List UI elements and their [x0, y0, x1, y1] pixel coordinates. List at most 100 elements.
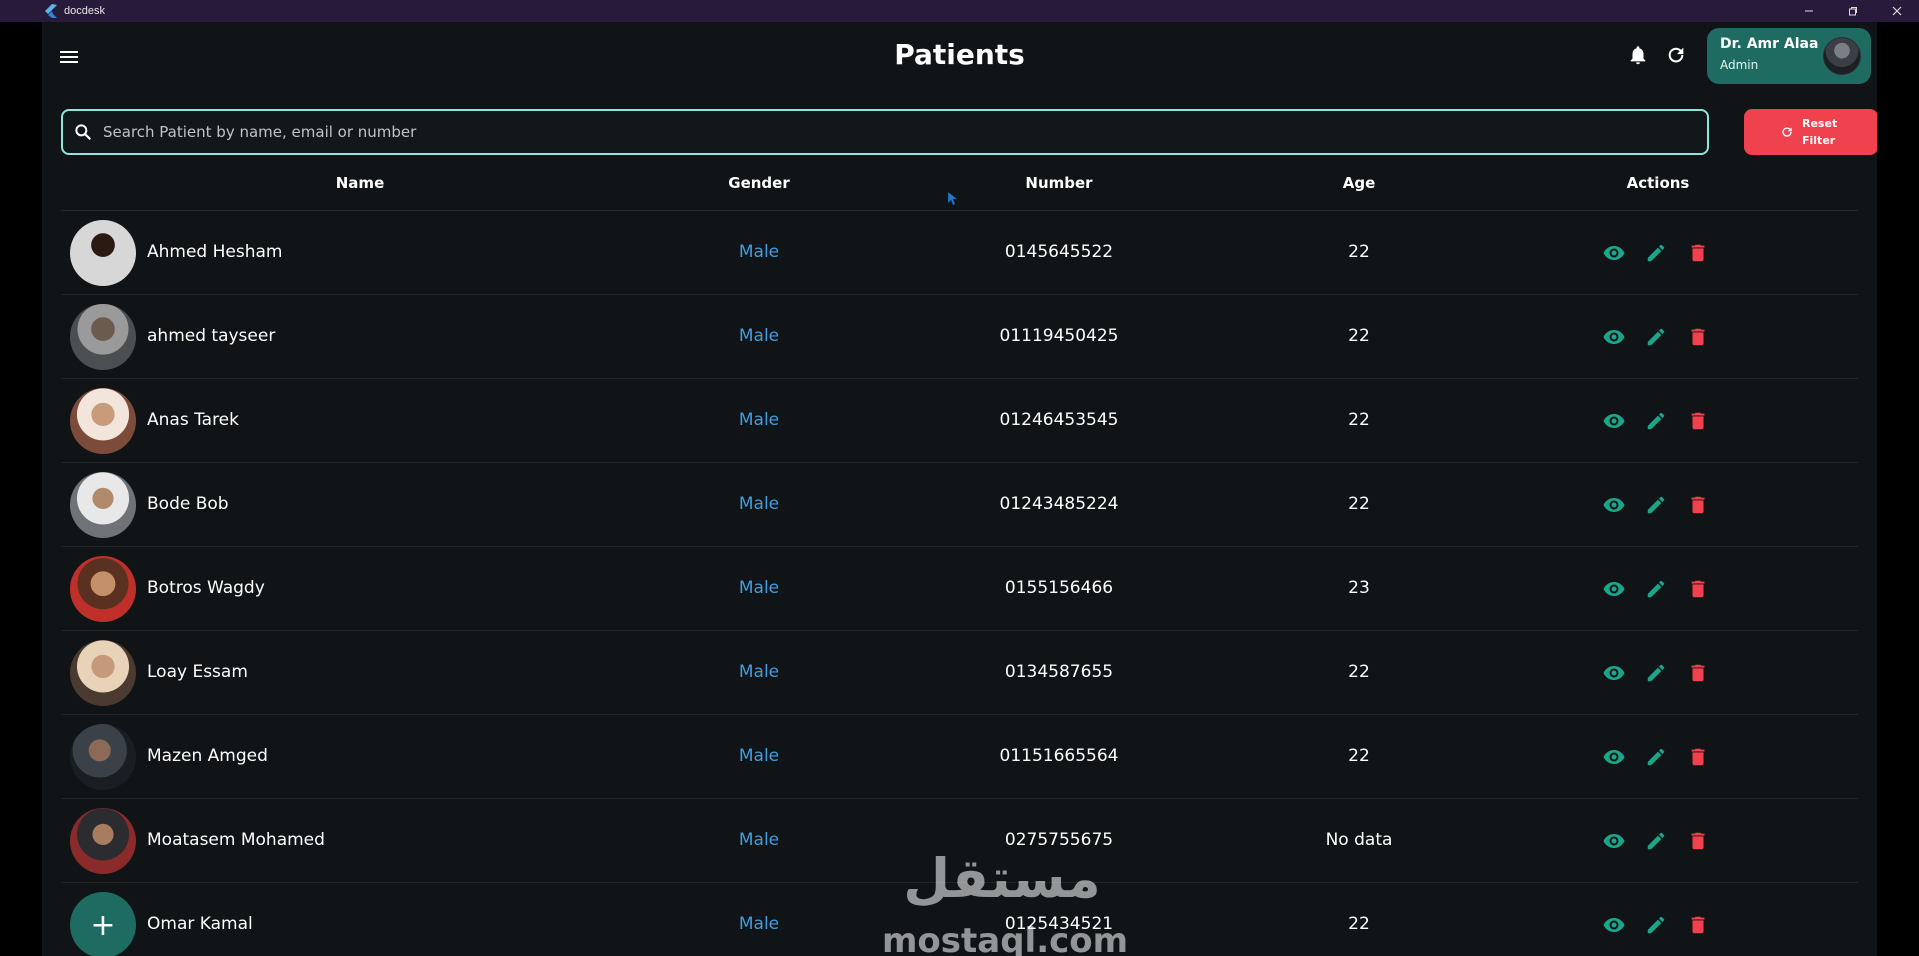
patient-name: Moatasem Mohamed [147, 830, 325, 850]
row-actions [1601, 240, 1711, 266]
pencil-icon[interactable] [1643, 828, 1669, 854]
right-letterbox [1877, 22, 1919, 956]
trash-icon[interactable] [1685, 408, 1711, 434]
patient-age: 22 [1348, 242, 1370, 262]
restore-button[interactable] [1831, 0, 1875, 22]
watermark: مستقل mostaql.com [882, 847, 1129, 956]
close-icon [1892, 6, 1902, 16]
trash-icon[interactable] [1685, 324, 1711, 350]
app-window: Patients Dr. Amr Alaa Admin Reset Filter [42, 22, 1877, 956]
patient-number: 01243485224 [999, 494, 1119, 514]
patient-age: 22 [1348, 410, 1370, 430]
pencil-icon[interactable] [1643, 912, 1669, 938]
minimize-button[interactable] [1787, 0, 1831, 22]
row-actions [1601, 912, 1711, 938]
table-row[interactable]: Mazen Amged Male 01151665564 22 [61, 715, 1858, 799]
patient-name: Botros Wagdy [147, 578, 265, 598]
trash-icon[interactable] [1685, 492, 1711, 518]
patient-gender: Male [738, 578, 780, 598]
patient-name: Bode Bob [147, 494, 229, 514]
patient-gender: Male [738, 410, 780, 430]
eye-icon[interactable] [1601, 660, 1627, 686]
patient-age: 22 [1348, 494, 1370, 514]
patient-number: 0134587655 [1004, 662, 1114, 682]
eye-icon[interactable] [1601, 408, 1627, 434]
window-controls [1787, 0, 1919, 22]
pencil-icon[interactable] [1643, 576, 1669, 602]
eye-icon[interactable] [1601, 576, 1627, 602]
column-header-gender[interactable]: Gender [728, 174, 789, 192]
page-title: Patients [894, 38, 1025, 71]
patient-avatar [70, 556, 136, 622]
table-row[interactable]: Ahmed Hesham Male 0145645522 22 [61, 211, 1858, 295]
window-title: docdesk [64, 5, 105, 17]
mouse-cursor-icon [948, 192, 958, 206]
row-actions [1601, 744, 1711, 770]
table-row[interactable]: Botros Wagdy Male 0155156466 23 [61, 547, 1858, 631]
user-avatar [1823, 37, 1861, 75]
patient-age: 22 [1348, 746, 1370, 766]
patient-gender: Male [738, 242, 780, 262]
table-body: Ahmed Hesham Male 0145645522 22 ahmed taysee… [61, 211, 1858, 956]
reset-filter-button[interactable]: Reset Filter [1744, 109, 1877, 155]
eye-icon[interactable] [1601, 240, 1627, 266]
trash-icon[interactable] [1685, 576, 1711, 602]
patient-name: Omar Kamal [147, 914, 253, 934]
column-header-actions: Actions [1626, 174, 1690, 192]
eye-icon[interactable] [1601, 828, 1627, 854]
table-row[interactable]: ahmed tayseer Male 01119450425 22 [61, 295, 1858, 379]
trash-icon[interactable] [1685, 744, 1711, 770]
pencil-icon[interactable] [1643, 240, 1669, 266]
eye-icon[interactable] [1601, 492, 1627, 518]
table-row[interactable]: Bode Bob Male 01243485224 22 [61, 463, 1858, 547]
patient-avatar [70, 808, 136, 874]
patient-age: 22 [1348, 326, 1370, 346]
row-actions [1601, 324, 1711, 350]
patient-age: 22 [1348, 914, 1370, 934]
column-header-number[interactable]: Number [1025, 174, 1092, 192]
patient-number: 01246453545 [999, 410, 1119, 430]
row-actions [1601, 492, 1711, 518]
reset-filter-label: Reset Filter [1802, 117, 1838, 147]
app-logo-icon [44, 4, 58, 18]
eye-icon[interactable] [1601, 744, 1627, 770]
table-row[interactable]: Loay Essam Male 0134587655 22 [61, 631, 1858, 715]
patient-avatar [70, 220, 136, 286]
column-header-name[interactable]: Name [336, 174, 384, 192]
plus-icon[interactable]: + [70, 892, 136, 956]
refresh-icon [1782, 127, 1792, 137]
pencil-icon[interactable] [1643, 492, 1669, 518]
trash-icon[interactable] [1685, 828, 1711, 854]
patient-name: Ahmed Hesham [147, 242, 283, 262]
patient-avatar [70, 472, 136, 538]
user-role: Admin [1720, 58, 1759, 72]
pencil-icon[interactable] [1643, 744, 1669, 770]
patient-number: 0145645522 [1004, 242, 1114, 262]
search-row: Reset Filter [61, 109, 1877, 155]
row-actions [1601, 828, 1711, 854]
pencil-icon[interactable] [1643, 408, 1669, 434]
watermark-latin: mostaql.com [882, 921, 1129, 956]
search-box [61, 109, 1709, 155]
patient-name: ahmed tayseer [147, 326, 276, 346]
user-profile-card[interactable]: Dr. Amr Alaa Admin [1707, 28, 1871, 84]
patient-number: 01151665564 [999, 746, 1119, 766]
app-header: Patients Dr. Amr Alaa Admin [42, 22, 1877, 108]
eye-icon[interactable] [1601, 912, 1627, 938]
trash-icon[interactable] [1685, 240, 1711, 266]
patient-name: Mazen Amged [147, 746, 268, 766]
column-header-age[interactable]: Age [1343, 174, 1376, 192]
close-button[interactable] [1875, 0, 1919, 22]
table-row[interactable]: Anas Tarek Male 01246453545 22 [61, 379, 1858, 463]
refresh-icon[interactable] [1665, 44, 1687, 66]
patient-name: Anas Tarek [147, 410, 239, 430]
eye-icon[interactable] [1601, 324, 1627, 350]
trash-icon[interactable] [1685, 912, 1711, 938]
trash-icon[interactable] [1685, 660, 1711, 686]
pencil-icon[interactable] [1643, 324, 1669, 350]
pencil-icon[interactable] [1643, 660, 1669, 686]
patients-table: Name Gender Number Age Actions Ahmed Hes… [61, 162, 1858, 956]
search-input[interactable] [103, 112, 1707, 152]
patient-gender: Male [738, 830, 780, 850]
bell-icon[interactable] [1627, 44, 1649, 66]
